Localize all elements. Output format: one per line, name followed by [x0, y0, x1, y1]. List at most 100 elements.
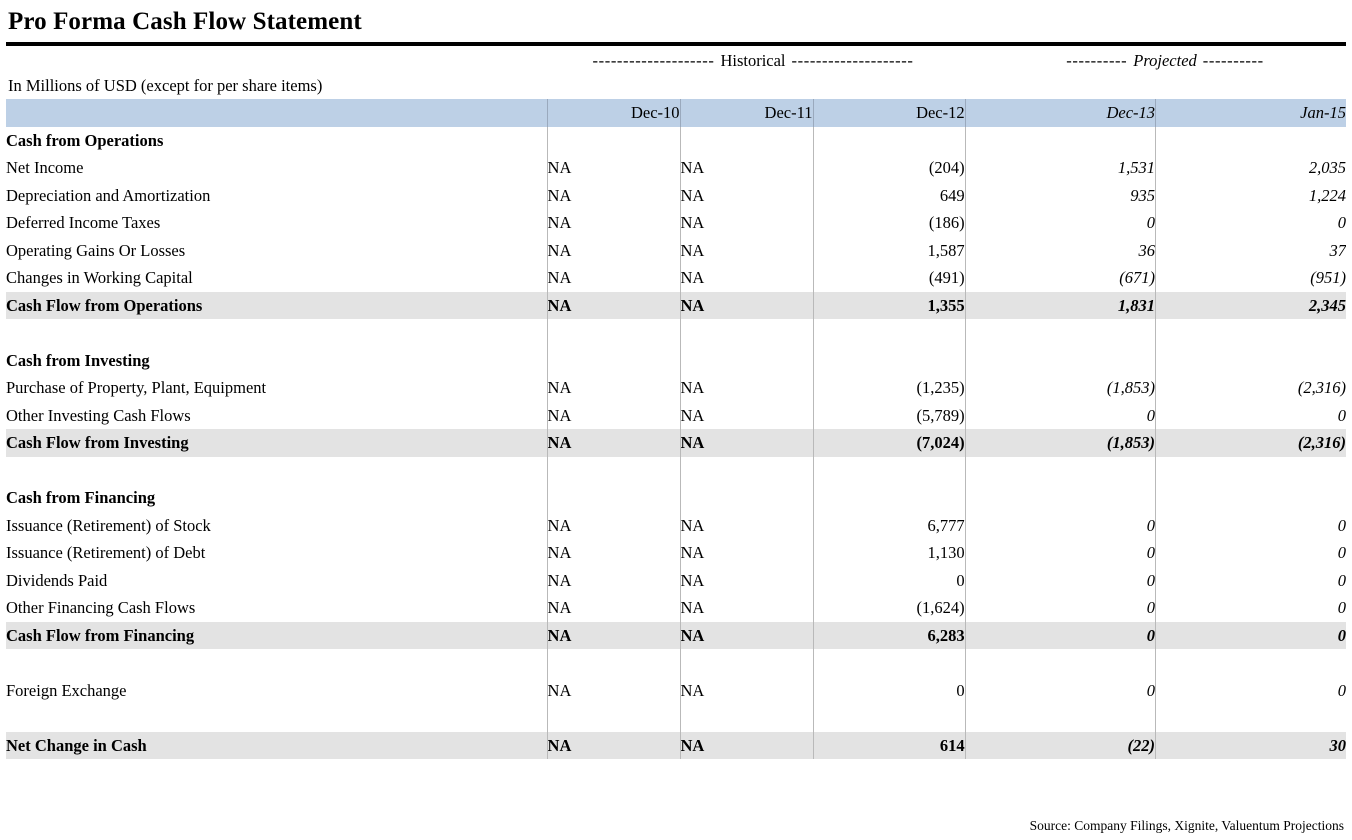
cell-jan15: (951) [1155, 264, 1346, 292]
cell-jan15: (2,316) [1155, 374, 1346, 402]
spacer-cell [964, 649, 1156, 677]
cell-dec13: 0 [964, 566, 1156, 594]
cell-dec11: NA [679, 181, 813, 209]
table-header: Dec-10 Dec-11 Dec-12 Dec-13 Jan-15 [6, 99, 1346, 127]
column-header-jan15: Jan-15 [1155, 99, 1346, 127]
cell-dec11: NA [679, 539, 813, 567]
table-row: Foreign Exchange NA NA 0 0 0 [6, 676, 1346, 704]
row-label: Dividends Paid [6, 570, 108, 590]
spacer-cell [964, 704, 1156, 732]
cell-dec11 [679, 346, 813, 374]
cell-jan15: 0 [1155, 401, 1346, 429]
cell-dec11 [679, 126, 813, 154]
row-label: Cash from Financing [6, 488, 156, 507]
table-row: Other Investing Cash Flows NA NA (5,789) 0 0 [6, 401, 1346, 429]
row-label: Changes in Working Capital [6, 268, 193, 287]
section-header-row: Cash from Operations [6, 126, 1346, 154]
cell-dec13: 0 [964, 209, 1156, 237]
cell-dec10: NA [546, 181, 681, 209]
row-label: Issuance (Retirement) of Debt [6, 543, 206, 562]
period-band: -------------------- Historical ----------… [0, 48, 1352, 74]
cell-dec11: NA [679, 154, 813, 182]
row-label: Net Change in Cash [6, 735, 147, 755]
cash-flow-statement-table: Dec-10 Dec-11 Dec-12 Dec-13 Jan-15 Cash from… [6, 99, 1346, 759]
cell-dec10: NA [546, 291, 681, 319]
cell-dec12: 0 [812, 566, 966, 594]
table-row: Changes in Working Capital NA NA (491) (671)… [6, 264, 1346, 292]
spacer-cell [964, 319, 1156, 347]
column-header-dec11: Dec-11 [679, 99, 813, 127]
cell-jan15: 37 [1155, 236, 1346, 264]
cell-dec11: NA [679, 621, 813, 649]
table-row: Purchase of Property, Plant, Equipment NA… [6, 374, 1346, 402]
row-label: Foreign Exchange [6, 680, 127, 700]
table-row: Issuance (Retirement) of Stock NA NA 6,777 0… [6, 511, 1346, 539]
table-body: Cash from Operations Net Income NA NA (204) 1… [6, 126, 1346, 759]
cell-jan15: 0 [1155, 539, 1346, 567]
period-label-projected: ---------- Projected ---------- [995, 48, 1335, 74]
cell-jan15: 0 [1155, 621, 1346, 649]
row-label: Cash Flow from Investing [6, 433, 189, 452]
row-label: Deferred Income Taxes [6, 213, 161, 232]
cell-dec10: NA [546, 539, 681, 567]
cell-jan15: 0 [1155, 209, 1346, 237]
cell-dec11: NA [679, 566, 813, 594]
period-label-historical: -------------------- Historical ----------… [543, 48, 963, 74]
table-row: Other Financing Cash Flows NA NA (1,624) 0 0 [6, 594, 1346, 622]
cell-dec11: NA [679, 594, 813, 622]
cell-jan15: 2,345 [1155, 291, 1346, 319]
cell-jan15 [1155, 484, 1346, 512]
spacer-cell [679, 319, 813, 347]
cell-jan15: 1,224 [1155, 181, 1346, 209]
cell-jan15: 0 [1155, 511, 1346, 539]
cell-dec10: NA [546, 401, 681, 429]
column-header-dec10: Dec-10 [546, 99, 681, 127]
spacer-cell [812, 704, 966, 732]
cell-dec11: NA [679, 511, 813, 539]
cell-dec12 [812, 346, 966, 374]
cell-jan15: 0 [1155, 566, 1346, 594]
cell-dec13 [964, 484, 1156, 512]
spacer-cell [546, 649, 681, 677]
subtotal-row: Cash Flow from Operations NA NA 1,355 1,831 2… [6, 291, 1346, 319]
cell-dec10: NA [546, 209, 681, 237]
cell-dec13: 0 [964, 511, 1156, 539]
section-header-row: Cash from Investing [6, 346, 1346, 374]
cell-dec12: 1,587 [812, 236, 966, 264]
spacer-row [6, 456, 1346, 484]
cell-dec13: 0 [964, 539, 1156, 567]
spacer-cell [812, 319, 966, 347]
cell-jan15 [1155, 126, 1346, 154]
spacer-cell [546, 704, 681, 732]
cell-dec11: NA [679, 374, 813, 402]
cell-dec12: 0 [812, 676, 966, 704]
cell-dec10: NA [546, 154, 681, 182]
spacer-cell [812, 649, 966, 677]
cell-dec12: (1,624) [812, 594, 966, 622]
row-label: Net Income [6, 158, 84, 177]
row-label: Operating Gains Or Losses [6, 240, 186, 260]
table-row: Depreciation and Amortization NA NA 649 935 1… [6, 181, 1346, 209]
spacer-cell [679, 649, 813, 677]
row-label: Issuance (Retirement) of Stock [6, 515, 211, 535]
row-label: Purchase of Property, Plant, Equipment [6, 378, 267, 397]
cell-dec10 [546, 346, 681, 374]
cell-dec13 [964, 126, 1156, 154]
cell-dec13: 1,531 [964, 154, 1156, 182]
cell-dec10 [546, 484, 681, 512]
spacer-cell [6, 704, 547, 732]
dash-run-left: -------------------- [592, 51, 715, 70]
cell-dec13: 36 [964, 236, 1156, 264]
column-header-dec12: Dec-12 [812, 99, 966, 127]
cell-dec12 [812, 484, 966, 512]
cell-dec10: NA [546, 511, 681, 539]
cell-dec10: NA [546, 374, 681, 402]
row-label: Depreciation and Amortization [6, 185, 211, 205]
subtotal-row: Net Change in Cash NA NA 614 (22) 30 [6, 731, 1346, 759]
table-header-row: Dec-10 Dec-11 Dec-12 Dec-13 Jan-15 [6, 99, 1346, 127]
cell-dec13 [964, 346, 1156, 374]
cell-dec12: 6,283 [812, 621, 966, 649]
column-header-dec13: Dec-13 [964, 99, 1156, 127]
cell-dec13: 0 [964, 621, 1156, 649]
cell-dec12: (186) [812, 209, 966, 237]
